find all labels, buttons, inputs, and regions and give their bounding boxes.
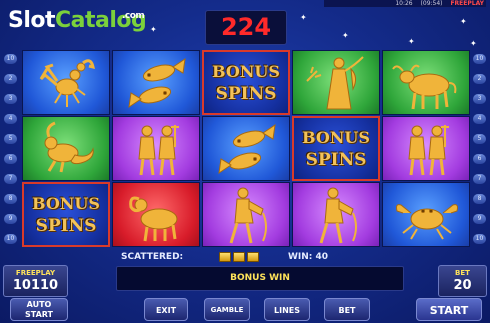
- reel-3: BONUS SPINS: [202, 50, 290, 247]
- top-status-bar: 10:26 (09:54) FREEPLAY: [324, 0, 486, 7]
- start-button[interactable]: START: [416, 298, 482, 321]
- bet-title: BET: [455, 269, 470, 277]
- line-numbers-right: 10 2 3 4 5 6 7 8 9 10: [472, 50, 487, 252]
- line-number-badge: 7: [473, 174, 486, 184]
- line-number-badge: 8: [4, 194, 17, 204]
- auto-start-label-line2: START: [24, 310, 54, 319]
- scatter-count-indicator: [219, 252, 261, 266]
- line-number-badge: 6: [4, 154, 17, 164]
- reel-1: BONUS SPINS: [22, 50, 110, 247]
- bonus-text-line2: SPINS: [35, 216, 97, 236]
- line-number-badge: 3: [4, 94, 17, 104]
- message-bar: BONUS WIN: [116, 266, 404, 291]
- win-label: WIN: 40: [288, 252, 329, 262]
- freeplay-value: 10110: [12, 278, 59, 293]
- bonus-text-line2: SPINS: [305, 150, 367, 170]
- star-icon: ✦: [408, 37, 415, 46]
- bonus-spins-symbol: BONUS SPINS: [202, 50, 290, 115]
- reel-5: [382, 50, 470, 247]
- capricorn-icon: [44, 121, 94, 173]
- freeplay-indicator: FREEPLAY: [450, 0, 484, 7]
- scatter-dot: [247, 252, 259, 262]
- star-icon: ✦: [470, 39, 477, 48]
- star-icon: ✦: [460, 17, 467, 26]
- scatter-dot: [219, 252, 231, 262]
- freeplay-panel: FREEPLAY 10110: [3, 265, 68, 297]
- line-number-badge: 10: [4, 54, 17, 64]
- bonus-text-line1: BONUS: [212, 62, 280, 81]
- virgo-symbol: [292, 50, 380, 115]
- bet-panel: BET 20: [438, 265, 487, 297]
- line-number-badge: 10: [4, 234, 17, 244]
- line-number-badge: 8: [473, 194, 486, 204]
- star-icon: ✦: [150, 25, 157, 34]
- gemini-icon: [408, 125, 449, 176]
- virgo-icon: [306, 56, 364, 110]
- aquarius-icon: [229, 187, 267, 244]
- aries-icon: [129, 196, 178, 242]
- reel-4: BONUS SPINS: [292, 50, 380, 247]
- bet-button[interactable]: BET: [324, 298, 370, 321]
- line-number-badge: 4: [4, 114, 17, 124]
- star-icon: ✦: [342, 31, 349, 40]
- scatter-dot: [233, 252, 245, 262]
- exit-button[interactable]: EXIT: [144, 298, 188, 321]
- freeplay-title: FREEPLAY: [15, 269, 56, 277]
- line-number-badge: 3: [473, 94, 486, 104]
- gamble-button[interactable]: GAMBLE: [204, 298, 250, 321]
- cancer-icon: [396, 204, 458, 240]
- clock-secondary: (09:54): [420, 0, 443, 7]
- line-number-badge: 10: [473, 54, 486, 64]
- bonus-text-line1: BONUS: [302, 128, 370, 147]
- pisces-icon: [128, 57, 186, 109]
- gemini-symbol: [112, 116, 200, 181]
- slotcatalog-logo: SlotCatalog .com: [8, 8, 147, 33]
- line-number-badge: 7: [4, 174, 17, 184]
- taurus-symbol: [382, 50, 470, 115]
- clock-time: 10:26: [395, 0, 413, 7]
- aquarius-icon: [319, 187, 357, 244]
- line-number-badge: 4: [473, 114, 486, 124]
- bonus-text-line2: SPINS: [215, 84, 277, 104]
- bonus-spins-symbol: BONUS SPINS: [292, 116, 380, 181]
- reel-2: [112, 50, 200, 247]
- taurus-icon: [392, 64, 457, 110]
- line-number-badge: 6: [473, 154, 486, 164]
- line-number-badge: 9: [4, 214, 17, 224]
- game-screen: ✦ ✦ ✦ ✦ ✦ ✦ SlotCatalog .com 10:26 (09:5…: [0, 0, 490, 323]
- cancer-symbol: [382, 182, 470, 247]
- line-numbers-left: 10 2 3 4 5 6 7 8 9 10: [3, 50, 18, 252]
- capricorn-symbol: [22, 116, 110, 181]
- pisces-symbol: [112, 50, 200, 115]
- win-amount-display: 224: [205, 10, 287, 45]
- scatter-info: SCATTERED: WIN: 40: [121, 251, 381, 263]
- aquarius-symbol: [292, 182, 380, 247]
- auto-start-label-line1: AUTO: [26, 300, 52, 309]
- pisces-icon: [218, 123, 276, 175]
- pisces-symbol: [202, 116, 290, 181]
- scorpio-icon: [39, 59, 95, 107]
- lines-button[interactable]: LINES: [264, 298, 310, 321]
- star-icon: ✦: [300, 13, 307, 22]
- line-number-badge: 9: [473, 214, 486, 224]
- gemini-icon: [138, 125, 179, 176]
- line-number-badge: 10: [473, 234, 486, 244]
- bet-value: 20: [453, 278, 472, 293]
- scorpio-symbol: [22, 50, 110, 115]
- aquarius-symbol: [202, 182, 290, 247]
- aries-symbol: [112, 182, 200, 247]
- line-number-badge: 5: [4, 134, 17, 144]
- line-number-badge: 2: [473, 74, 486, 84]
- scattered-label: SCATTERED:: [121, 252, 184, 262]
- bonus-text-line1: BONUS: [32, 194, 100, 213]
- auto-start-button[interactable]: AUTO START: [10, 298, 68, 321]
- gemini-symbol: [382, 116, 470, 181]
- bonus-spins-symbol: BONUS SPINS: [22, 182, 110, 247]
- line-number-badge: 2: [4, 74, 17, 84]
- line-number-badge: 5: [473, 134, 486, 144]
